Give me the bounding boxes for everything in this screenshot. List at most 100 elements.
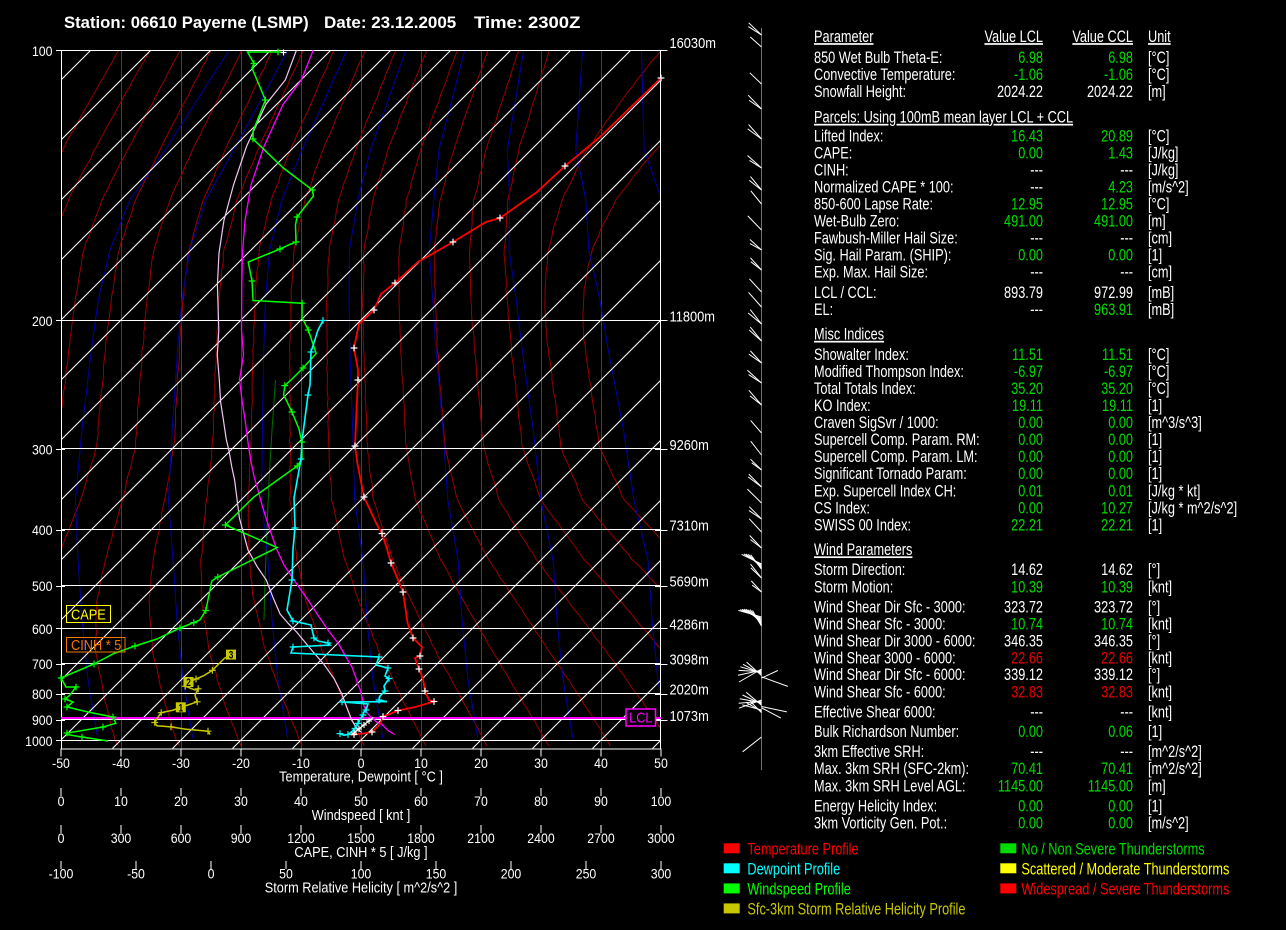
svg-text:300: 300 [651, 866, 672, 882]
svg-text:1073m: 1073m [670, 708, 709, 724]
svg-text:0.00: 0.00 [1018, 814, 1043, 833]
svg-text:900: 900 [32, 712, 53, 728]
svg-text:Significant Tornado Param:: Significant Tornado Param: [814, 464, 967, 483]
svg-text:0: 0 [58, 793, 65, 809]
svg-text:Temperature, Dewpoint [ °C ]: Temperature, Dewpoint [ °C ] [279, 769, 443, 785]
svg-text:1145.00: 1145.00 [998, 777, 1043, 796]
svg-text:CAPE: CAPE [71, 607, 106, 623]
svg-text:---: --- [1030, 703, 1043, 722]
svg-text:60: 60 [414, 793, 428, 809]
svg-text:70.41: 70.41 [1101, 759, 1133, 778]
svg-text:Bulk Richardson Number:: Bulk Richardson Number: [814, 722, 959, 741]
svg-text:300: 300 [32, 442, 53, 458]
svg-text:100: 100 [32, 43, 53, 59]
svg-text:[°]: [°] [1148, 665, 1160, 684]
svg-text:[°]: [°] [1148, 560, 1160, 579]
svg-text:Temperature Profile: Temperature Profile [747, 840, 858, 859]
svg-text:Value CCL: Value CCL [1072, 27, 1133, 46]
svg-text:2024.22: 2024.22 [997, 82, 1043, 101]
svg-text:[1]: [1] [1148, 722, 1162, 741]
svg-text:Exp. Max. Hail Size:: Exp. Max. Hail Size: [814, 263, 928, 282]
svg-text:0: 0 [208, 866, 215, 882]
svg-text:Misc Indices: Misc Indices [814, 325, 884, 344]
svg-text:40: 40 [594, 755, 608, 771]
svg-text:22.21: 22.21 [1011, 516, 1043, 535]
svg-text:[mB]: [mB] [1148, 300, 1174, 319]
svg-text:Wind Shear Dir Sfc - 6000:: Wind Shear Dir Sfc - 6000: [814, 665, 966, 684]
svg-text:---: --- [1120, 263, 1133, 282]
svg-text:30: 30 [534, 755, 548, 771]
svg-text:2024.22: 2024.22 [1087, 82, 1133, 101]
svg-text:Station: 06610 Payerne (LSMP): Station: 06610 Payerne (LSMP) [64, 14, 309, 32]
svg-text:Storm Motion:: Storm Motion: [814, 578, 893, 597]
svg-text:22.21: 22.21 [1101, 516, 1133, 535]
svg-text:Widespread / Severe Thundersto: Widespread / Severe Thunderstorms [1021, 880, 1229, 899]
svg-text:CINH * 5: CINH * 5 [71, 637, 122, 653]
svg-text:1: 1 [179, 702, 184, 714]
svg-text:0.00: 0.00 [1018, 464, 1043, 483]
svg-text:CAPE, CINH * 5 [ J/kg ]: CAPE, CINH * 5 [ J/kg ] [294, 844, 427, 860]
svg-text:LCL: LCL [629, 710, 653, 726]
svg-text:Unit: Unit [1148, 27, 1171, 46]
svg-text:Max. 3km SRH (SFC-2km):: Max. 3km SRH (SFC-2km): [814, 759, 969, 778]
svg-text:200: 200 [32, 313, 53, 329]
svg-text:0.00: 0.00 [1108, 814, 1133, 833]
svg-text:16030m: 16030m [670, 35, 716, 51]
svg-text:50: 50 [654, 755, 668, 771]
svg-text:2400: 2400 [527, 830, 554, 846]
svg-text:90: 90 [594, 793, 608, 809]
svg-text:20: 20 [174, 793, 188, 809]
svg-text:[m]: [m] [1148, 82, 1166, 101]
svg-text:100: 100 [651, 793, 672, 809]
svg-text:-50: -50 [127, 866, 145, 882]
svg-text:Storm Direction:: Storm Direction: [814, 560, 905, 579]
svg-text:339.12: 339.12 [1004, 665, 1043, 684]
svg-text:Sfc-3km Storm Relative Helicit: Sfc-3km Storm Relative Helicity Profile [747, 900, 965, 919]
svg-text:700: 700 [32, 656, 53, 672]
svg-text:30: 30 [234, 793, 248, 809]
svg-text:70.41: 70.41 [1011, 759, 1043, 778]
svg-text:600: 600 [32, 621, 53, 637]
svg-text:500: 500 [32, 578, 53, 594]
svg-text:10.39: 10.39 [1011, 578, 1043, 597]
svg-text:800: 800 [32, 686, 53, 702]
svg-text:80: 80 [534, 793, 548, 809]
svg-text:400: 400 [32, 522, 53, 538]
svg-text:9260m: 9260m [670, 437, 709, 453]
svg-text:[m^2/s^2]: [m^2/s^2] [1148, 759, 1202, 778]
svg-text:Max. 3km SRH Level AGL:: Max. 3km SRH Level AGL: [814, 777, 966, 796]
svg-text:---: --- [1030, 263, 1043, 282]
svg-text:20: 20 [474, 755, 488, 771]
svg-text:[m]: [m] [1148, 777, 1166, 796]
svg-text:[1]: [1] [1148, 464, 1162, 483]
svg-text:---: --- [1030, 300, 1043, 319]
svg-text:10.39: 10.39 [1101, 578, 1133, 597]
svg-text:0: 0 [58, 830, 65, 846]
svg-text:---: --- [1120, 703, 1133, 722]
svg-text:14.62: 14.62 [1101, 560, 1133, 579]
svg-text:Windspeed [ knt ]: Windspeed [ knt ] [312, 807, 410, 823]
svg-text:11800m: 11800m [670, 309, 715, 325]
svg-text:Value LCL: Value LCL [984, 27, 1043, 46]
svg-text:Wind Shear Sfc - 6000:: Wind Shear Sfc - 6000: [814, 683, 946, 702]
svg-text:-30: -30 [172, 755, 190, 771]
svg-text:-50: -50 [52, 755, 70, 771]
svg-text:Windspeed Profile: Windspeed Profile [747, 880, 850, 899]
svg-text:10: 10 [114, 793, 128, 809]
svg-text:70: 70 [474, 793, 488, 809]
svg-text:2100: 2100 [467, 830, 494, 846]
svg-text:[1]: [1] [1148, 516, 1162, 535]
svg-text:32.83: 32.83 [1011, 683, 1043, 702]
svg-text:300: 300 [111, 830, 132, 846]
svg-text:900: 900 [231, 830, 252, 846]
svg-text:40: 40 [294, 793, 308, 809]
svg-text:3098m: 3098m [670, 652, 709, 668]
svg-text:2020m: 2020m [670, 682, 709, 698]
svg-text:1145.00: 1145.00 [1088, 777, 1133, 796]
svg-text:3km Vorticity Gen. Pot.:: 3km Vorticity Gen. Pot.: [814, 814, 947, 833]
svg-text:0.00: 0.00 [1108, 464, 1133, 483]
svg-text:-100: -100 [49, 866, 74, 882]
svg-text:-40: -40 [112, 755, 130, 771]
svg-text:339.12: 339.12 [1094, 665, 1133, 684]
svg-text:[m/s^2]: [m/s^2] [1148, 814, 1189, 833]
